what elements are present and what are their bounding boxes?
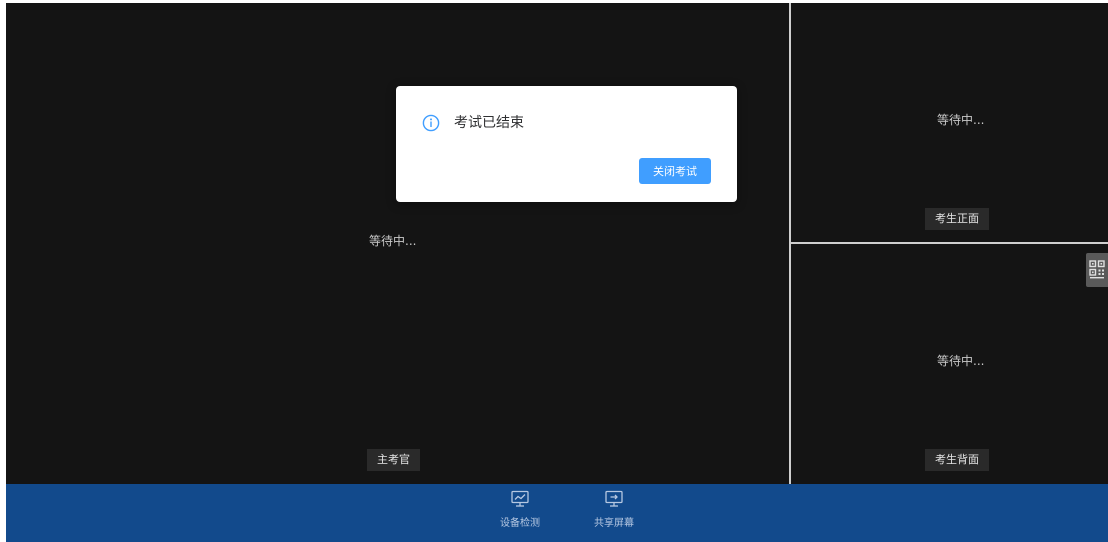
waiting-status: 等待中...: [937, 113, 985, 127]
video-pane-student-front: 等待中... 考生正面: [791, 3, 1108, 242]
waiting-status: 等待中...: [937, 354, 985, 368]
device-check-button[interactable]: 设备检测: [490, 490, 550, 529]
share-screen-label: 共享屏幕: [594, 518, 634, 529]
video-pane-main-examiner: 等待中... 主考官: [6, 3, 789, 484]
monitor-chart-icon: [511, 490, 529, 507]
video-label-student-front: 考生正面: [925, 208, 989, 230]
bottom-toolbar: 设备检测 共享屏幕: [6, 484, 1108, 542]
share-screen-button[interactable]: 共享屏幕: [584, 490, 644, 529]
exam-video-stage: 等待中... 主考官 等待中... 考生正面 等待中... 考生背面 设备检测 …: [6, 3, 1108, 542]
video-pane-student-back: 等待中... 考生背面: [791, 244, 1108, 484]
dialog-message: 考试已结束: [454, 115, 524, 131]
exam-ended-dialog: 考试已结束 关闭考试: [396, 86, 737, 202]
video-label-main-examiner: 主考官: [367, 449, 420, 471]
qr-code-icon: [1089, 260, 1105, 279]
waiting-status: 等待中...: [369, 234, 417, 248]
close-exam-button[interactable]: 关闭考试: [639, 158, 711, 184]
video-label-student-back: 考生背面: [925, 449, 989, 471]
qr-code-tab[interactable]: [1086, 253, 1108, 287]
screen-share-icon: [605, 490, 623, 507]
info-circle-icon: [422, 114, 440, 132]
device-check-label: 设备检测: [500, 518, 540, 529]
